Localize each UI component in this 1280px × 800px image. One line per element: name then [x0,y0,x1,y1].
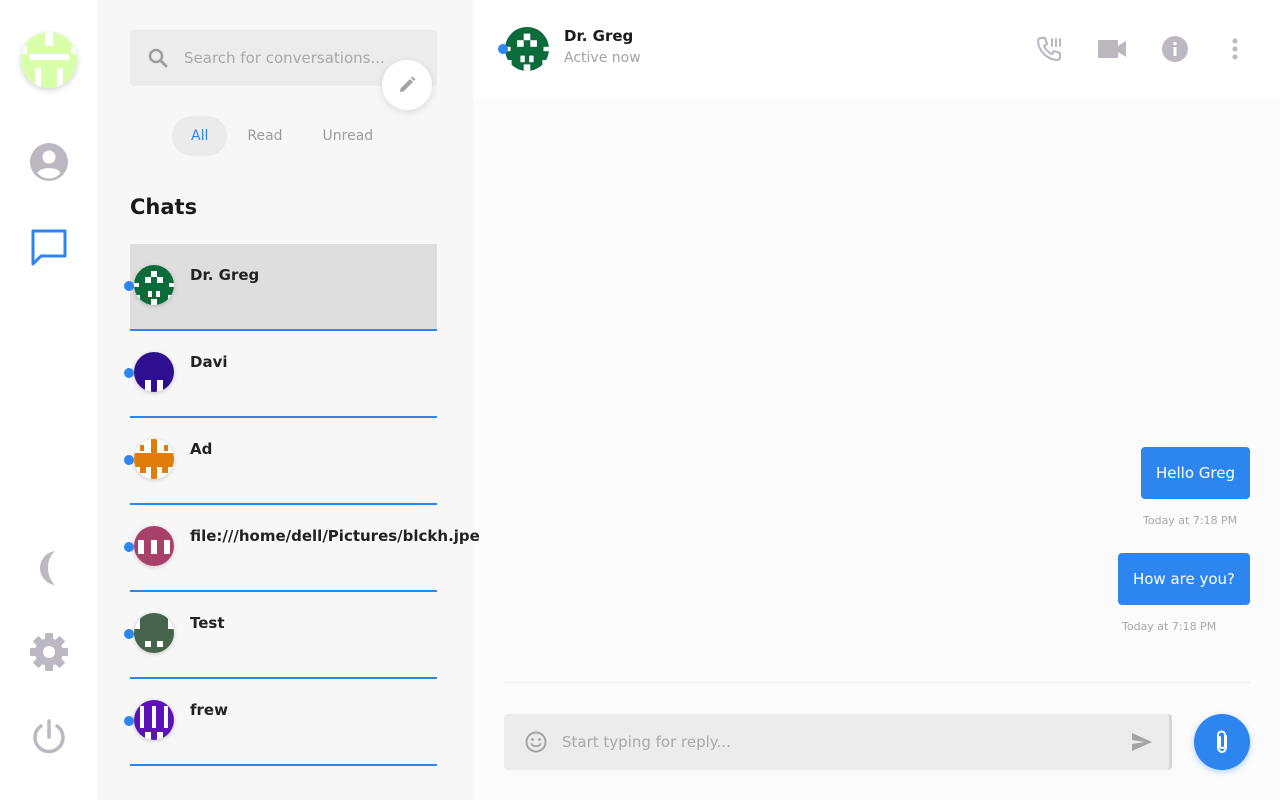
video-camera-icon [1098,40,1126,58]
online-indicator [124,542,134,552]
contact-avatar [134,265,174,305]
chat-name: Test [190,614,225,632]
contact-identicon [134,352,174,392]
new-conversation-button[interactable] [382,60,432,110]
avatar-cell [45,32,53,46]
conversation-header: Dr. Greg Active now [473,0,1280,98]
chat-list-item[interactable]: Dr. Greg [124,244,437,331]
video-call-button[interactable] [1096,34,1128,64]
chat-list-item[interactable]: frew [124,679,437,766]
conversation-list-panel: All Read Unread Chats [98,0,480,800]
more-options-button[interactable] [1220,34,1250,64]
smiley-icon[interactable] [525,731,547,753]
avatar-cell [57,68,63,88]
contact-name: Dr. Greg [564,27,634,45]
chat-name: file:///home/dell/Pictures/blckh.jpe [190,527,480,545]
moon-icon [40,551,55,585]
avatar-cell [29,54,69,60]
contact-avatar [134,439,174,479]
contact-avatar [134,700,174,740]
chat-name: Ad [190,440,213,458]
logout-button[interactable] [27,715,71,759]
paperclip-icon [1217,730,1227,754]
chat-name: Dr. Greg [190,266,260,284]
contact-identicon [134,526,174,566]
gear-icon [30,633,68,671]
contact-avatar[interactable] [505,27,549,71]
contact-identicon [134,613,174,653]
chat-list: Dr. Greg Davi Ad file:///home/dell/Pictu… [124,244,505,766]
message-composer [504,714,1172,770]
message-input[interactable] [562,714,1102,770]
voice-call-button[interactable] [1034,34,1064,64]
chat-bubble-icon [31,229,67,266]
user-avatar[interactable] [21,32,77,88]
chats-heading: Chats [130,195,198,219]
profile-nav-button[interactable] [27,140,71,184]
info-icon [1162,36,1188,62]
contact-status: Active now [564,50,641,66]
message-bubble-outgoing: How are you? [1117,553,1250,605]
more-vertical-icon [1232,38,1238,60]
contact-identicon [505,27,549,71]
chat-list-item[interactable]: Ad [124,418,437,505]
phone-icon [1036,36,1062,62]
search-input[interactable] [184,49,404,67]
settings-nav-button[interactable] [27,630,71,674]
contact-info-button[interactable] [1160,34,1190,64]
online-indicator [498,44,508,54]
user-icon [30,143,68,181]
message-timestamp: Today at 7:18 PM [1122,620,1217,633]
online-indicator [124,716,134,726]
pencil-icon [400,76,416,92]
power-icon [33,719,65,754]
nav-rail [0,0,98,800]
online-indicator [124,455,134,465]
filter-tabs: All Read Unread [172,116,393,156]
online-indicator [124,368,134,378]
contact-avatar [134,526,174,566]
chat-list-item[interactable]: file:///home/dell/Pictures/blckh.jpe [124,505,480,592]
online-indicator [124,629,134,639]
chats-nav-button[interactable] [27,225,71,269]
user-avatar-identicon [21,32,77,88]
composer-divider [503,682,1250,683]
contact-avatar [134,613,174,653]
chat-list-item[interactable]: Davi [124,331,437,418]
contact-identicon [134,265,174,305]
contact-identicon [134,439,174,479]
chat-list-item[interactable]: Test [124,592,437,679]
filter-tab-all[interactable]: All [172,116,228,156]
avatar-cell [71,46,77,54]
filter-tab-unread[interactable]: Unread [303,116,394,156]
avatar-cell [35,68,41,88]
message-bubble-outgoing: Hello Greg [1141,447,1250,499]
online-indicator [124,281,134,291]
attach-file-button[interactable] [1194,714,1250,770]
message-timestamp: Today at 7:18 PM [1143,514,1238,527]
chat-name: Davi [190,353,228,371]
send-icon[interactable] [1130,730,1154,754]
search-icon [148,48,168,68]
filter-tab-read[interactable]: Read [227,116,302,156]
avatar-cell [21,46,27,54]
contact-avatar [134,352,174,392]
chat-name: frew [190,701,228,719]
contact-identicon [134,700,174,740]
dark-mode-toggle[interactable] [27,546,71,590]
